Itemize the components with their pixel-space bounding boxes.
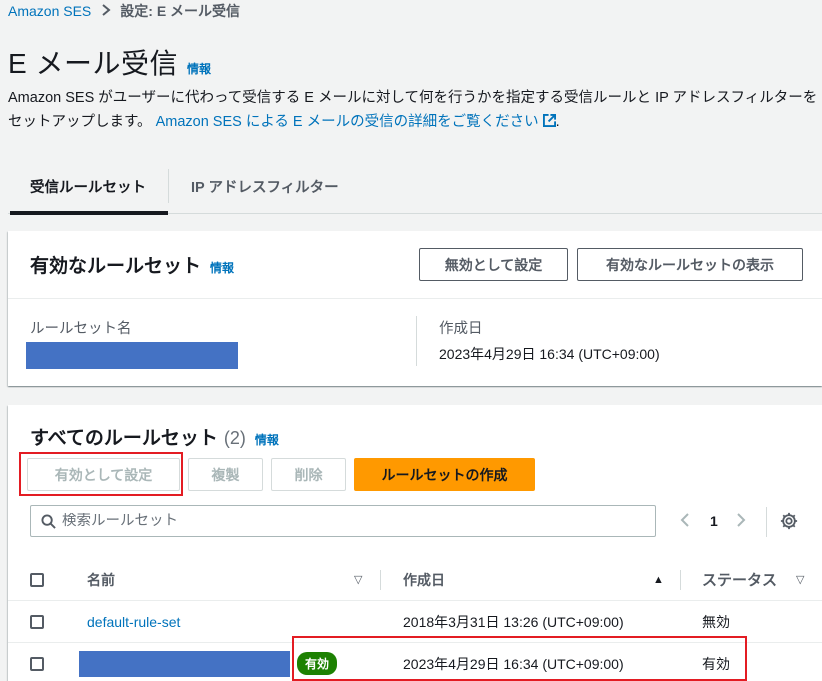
tab-receipt-rule-sets[interactable]: 受信ルールセット bbox=[8, 158, 168, 215]
page-header: E メール受信 情報 bbox=[8, 42, 211, 82]
delete-button[interactable]: 削除 bbox=[271, 458, 346, 491]
all-rule-sets-info-link[interactable]: 情報 bbox=[255, 431, 279, 448]
breadcrumb: Amazon SES 設定: E メール受信 bbox=[8, 2, 240, 20]
panel-header-divider bbox=[8, 298, 822, 299]
sort-created-ascending-icon[interactable]: ▲ bbox=[653, 559, 664, 600]
created-date-value: 2023年4月29日 16:34 (UTC+09:00) bbox=[439, 346, 660, 362]
active-rule-set-info-link[interactable]: 情報 bbox=[210, 259, 234, 276]
external-link-icon bbox=[542, 114, 556, 127]
annotation-highlight-set-active bbox=[19, 452, 183, 496]
tab-ip-address-filters[interactable]: IP アドレスフィルター bbox=[169, 158, 361, 214]
breadcrumb-current: 設定: E メール受信 bbox=[120, 3, 241, 19]
breadcrumb-separator-icon bbox=[101, 3, 111, 19]
row-checkbox[interactable] bbox=[30, 656, 44, 671]
column-divider bbox=[416, 316, 417, 366]
current-page-number[interactable]: 1 bbox=[710, 513, 718, 529]
column-header-created[interactable]: 作成日 bbox=[403, 559, 445, 600]
page-description: Amazon SES がユーザーに代わって受信する E メールに対して何を行うか… bbox=[8, 90, 818, 130]
gear-icon[interactable] bbox=[780, 512, 798, 535]
learn-more-link[interactable]: Amazon SES による E メールの受信の詳細をご覧ください bbox=[156, 114, 556, 130]
pager-divider bbox=[766, 507, 767, 537]
set-inactive-button[interactable]: 無効として設定 bbox=[419, 248, 568, 281]
tab-bar: 受信ルールセット IP アドレスフィルター bbox=[8, 158, 822, 215]
all-rule-sets-header: すべてのルールセット (2) 情報 bbox=[30, 423, 279, 450]
previous-page-icon[interactable] bbox=[680, 512, 690, 531]
rule-set-name-link[interactable]: default-rule-set bbox=[87, 601, 180, 642]
column-header-name[interactable]: 名前 bbox=[87, 559, 115, 600]
search-icon bbox=[41, 513, 56, 529]
next-page-icon[interactable] bbox=[736, 512, 746, 531]
column-divider bbox=[680, 570, 681, 590]
sort-name-icon[interactable]: ▽ bbox=[354, 559, 362, 600]
pagination: 1 bbox=[680, 508, 746, 534]
annotation-highlight-active-row bbox=[292, 636, 747, 681]
redacted-rule-set-name bbox=[26, 342, 238, 369]
active-rule-set-panel: 有効なルールセット 情報 無効として設定 有効なルールセットの表示 ルールセット… bbox=[8, 231, 822, 386]
view-active-rule-set-button[interactable]: 有効なルールセットの表示 bbox=[577, 248, 803, 281]
sort-status-icon[interactable]: ▽ bbox=[796, 559, 804, 600]
learn-more-text: Amazon SES による E メールの受信の詳細をご覧ください bbox=[155, 114, 539, 130]
table-header-row: 名前 ▽ 作成日 ▲ ステータス ▽ bbox=[8, 559, 822, 601]
redacted-rule-set-name[interactable] bbox=[79, 651, 290, 677]
rule-set-count: (2) bbox=[223, 428, 246, 448]
create-rule-set-button[interactable]: ルールセットの作成 bbox=[354, 458, 535, 491]
search-input[interactable] bbox=[62, 513, 642, 529]
page-title: E メール受信 bbox=[8, 48, 178, 79]
all-rule-sets-title: すべてのルールセット bbox=[30, 428, 218, 449]
created-date-label: 作成日 bbox=[439, 321, 483, 337]
rule-set-name-label: ルールセット名 bbox=[30, 321, 132, 337]
active-rule-set-title: 有効なルールセット bbox=[30, 256, 202, 277]
page-info-link[interactable]: 情報 bbox=[187, 60, 211, 77]
duplicate-button[interactable]: 複製 bbox=[188, 458, 263, 491]
search-bar bbox=[30, 505, 656, 537]
column-divider bbox=[380, 570, 381, 590]
active-rule-set-header: 有効なルールセット 情報 bbox=[30, 251, 234, 278]
select-all-checkbox[interactable] bbox=[30, 572, 44, 587]
breadcrumb-root-link[interactable]: Amazon SES bbox=[8, 3, 91, 19]
row-checkbox[interactable] bbox=[30, 614, 44, 629]
column-header-status[interactable]: ステータス bbox=[702, 559, 777, 600]
